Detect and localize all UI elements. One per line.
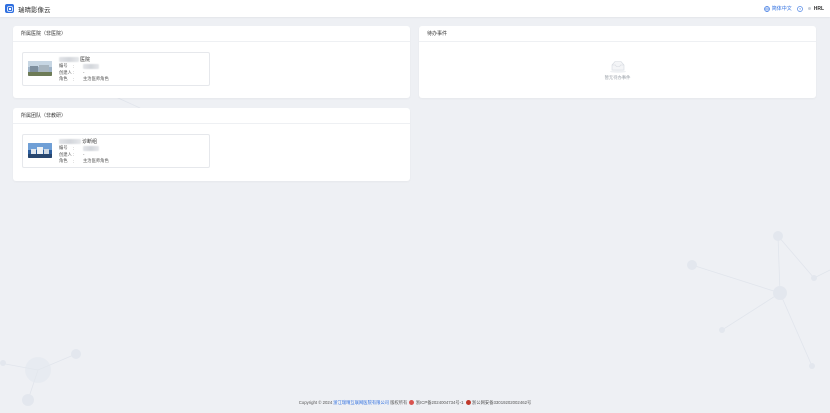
todo-empty-state: 暂无待办事件 bbox=[419, 42, 816, 98]
hospital-name-suffix: 医院 bbox=[80, 57, 91, 63]
team-item[interactable]: 诊断组 编号 : 创建人 : - 角色 : 主治医师角色 bbox=[22, 134, 210, 168]
user-name[interactable]: HRL bbox=[814, 6, 824, 12]
footer-rights: 版权所有 bbox=[390, 399, 408, 405]
language-label: 简体中文 bbox=[771, 6, 792, 12]
app-logo-icon bbox=[5, 4, 14, 13]
footer-company-link[interactable]: 浙江瑞晴互联网医院有限公司 bbox=[333, 400, 389, 406]
footer-copyright: Copyright © 2024 bbox=[298, 400, 333, 405]
language-switcher[interactable]: 简体中文 bbox=[764, 5, 792, 12]
team-image bbox=[28, 143, 52, 158]
hospital-item[interactable]: 医院 编号 : 创建人 : - 角色 : 主治医师角色 bbox=[22, 52, 210, 86]
help-circle-icon: ? bbox=[796, 5, 803, 12]
todo-card-title: 待办事件 bbox=[419, 26, 816, 42]
todo-empty-text: 暂无待办事件 bbox=[604, 74, 631, 80]
top-bar: 瑞晴影像云 简体中文 ? HRL bbox=[0, 0, 830, 17]
globe-icon bbox=[764, 5, 771, 12]
team-name: 诊断组 bbox=[59, 138, 97, 145]
team-card: 所属团队（非教研） 诊断组 编号 : 创建人 : - 角色: 主治医师角色 bbox=[13, 108, 410, 181]
footer: Copyright © 2024 浙江瑞晴互联网医院有限公司 版权所有 浙ICP… bbox=[0, 398, 830, 407]
hospital-image bbox=[28, 61, 52, 76]
avatar[interactable] bbox=[807, 7, 811, 10]
help-button[interactable]: ? bbox=[796, 5, 803, 12]
team-name-suffix: 诊断组 bbox=[82, 139, 98, 145]
empty-inbox-icon bbox=[609, 60, 626, 73]
redacted-text bbox=[83, 145, 99, 151]
hospital-row-role: 角色 : 主治医师角色 bbox=[59, 76, 109, 82]
icp-badge-icon bbox=[409, 400, 415, 405]
hospital-card: 所属医院（非医院） 医院 编号 : 创建人 : - 角色: 主治医师角色 bbox=[13, 26, 410, 98]
footer-police[interactable]: 浙公网安备33019202002462号 bbox=[472, 400, 531, 406]
police-badge-icon bbox=[465, 400, 471, 405]
hospital-card-title: 所属医院（非医院） bbox=[13, 26, 410, 42]
team-row-role: 角色 : 主治医师角色 bbox=[59, 158, 109, 164]
redacted-text bbox=[83, 63, 99, 69]
app-title: 瑞晴影像云 bbox=[18, 6, 51, 14]
redacted-text bbox=[59, 57, 79, 62]
footer-icp[interactable]: 浙ICP备2024004734号-1 bbox=[416, 400, 464, 406]
todo-card: 待办事件 暂无待办事件 bbox=[419, 26, 816, 98]
redacted-text bbox=[59, 139, 81, 144]
brand[interactable]: 瑞晴影像云 bbox=[5, 4, 51, 14]
team-card-title: 所属团队（非教研） bbox=[13, 108, 410, 124]
hospital-name: 医院 bbox=[59, 56, 90, 63]
